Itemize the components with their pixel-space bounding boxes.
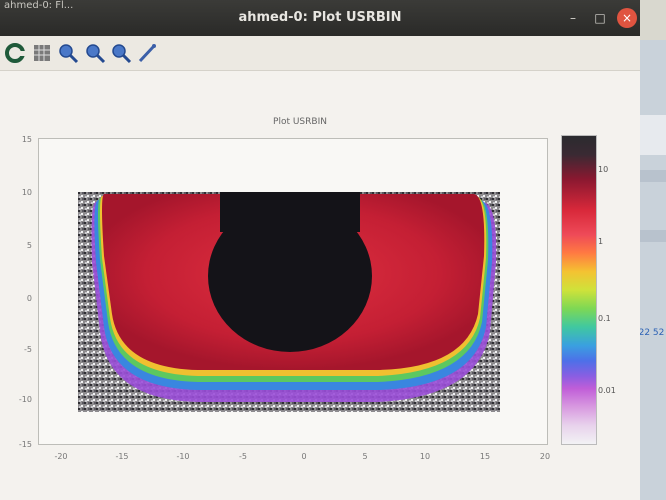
colorbar-tick-label: 0.1 xyxy=(598,314,611,323)
colorbar-tick-label: 10 xyxy=(598,165,609,174)
plot-title: Plot USRBIN xyxy=(273,117,327,127)
y-tick-label: 15 xyxy=(21,135,32,144)
colorbar-tick-label: 0.01 xyxy=(598,386,616,395)
x-tick-label: -5 xyxy=(239,452,247,461)
x-tick-label: 10 xyxy=(419,452,431,461)
y-tick-label: -5 xyxy=(24,345,32,354)
plot-window: ahmed-0: Fl... ahmed-0: Plot USRBIN – □ … xyxy=(0,0,640,500)
zoom-fit-icon[interactable] xyxy=(110,42,132,64)
window-title: ahmed-0: Plot USRBIN xyxy=(238,10,402,25)
x-tick-label: -10 xyxy=(176,452,190,461)
x-tick-label: 15 xyxy=(479,452,491,461)
y-tick-label: 5 xyxy=(26,241,32,250)
maximize-button[interactable]: □ xyxy=(590,8,610,28)
y-tick-label: -15 xyxy=(18,440,32,449)
heatmap xyxy=(78,192,500,412)
y-tick-label: 0 xyxy=(26,294,32,303)
minimize-button[interactable]: – xyxy=(563,8,583,28)
zoom-out-icon[interactable] xyxy=(84,42,106,64)
heatmap-core-top xyxy=(220,192,360,232)
x-tick-label: 20 xyxy=(539,452,551,461)
x-tick-label: -15 xyxy=(115,452,129,461)
y-tick-label: -10 xyxy=(18,395,32,404)
x-tick-label: 5 xyxy=(362,452,368,461)
colorbar xyxy=(561,135,597,445)
pen-icon[interactable] xyxy=(136,42,158,64)
zoom-in-icon[interactable] xyxy=(57,42,79,64)
close-button[interactable]: × xyxy=(617,8,637,28)
grid-icon[interactable] xyxy=(31,42,53,64)
toolbar xyxy=(0,36,640,71)
y-tick-label: 10 xyxy=(21,188,32,197)
refresh-icon[interactable] xyxy=(4,42,26,64)
title-bar[interactable]: ahmed-0: Fl... ahmed-0: Plot USRBIN – □ … xyxy=(0,0,640,36)
colorbar-tick-label: 1 xyxy=(598,237,604,246)
plot-area: Plot USRBIN 15 10 5 0 -5 -10 -15 -20 -15… xyxy=(0,71,640,500)
x-tick-label: 0 xyxy=(301,452,307,461)
x-tick-label: -20 xyxy=(54,452,68,461)
